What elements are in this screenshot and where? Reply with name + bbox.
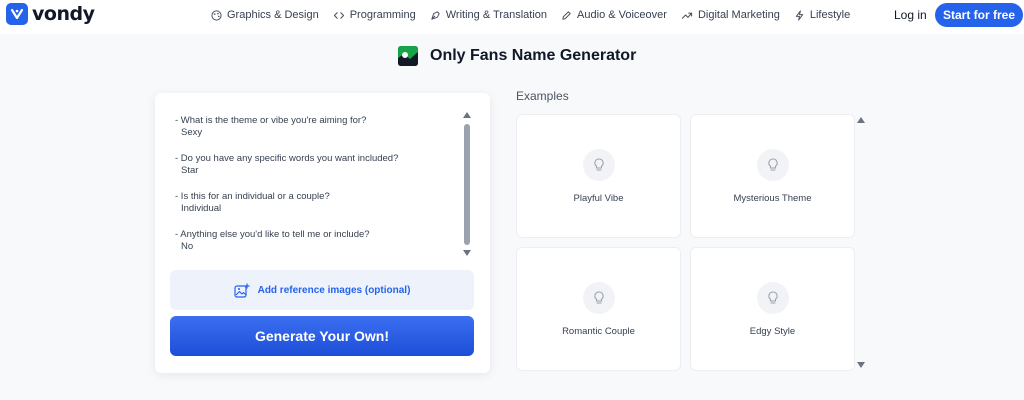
- pencil-icon: [562, 10, 571, 20]
- add-reference-images-label: Add reference images (optional): [257, 284, 411, 296]
- examples-scroll-up-icon[interactable]: [857, 117, 865, 123]
- vondy-logo-icon: [6, 3, 28, 25]
- lightbulb-icon: [757, 282, 789, 314]
- qa-item: - What is the theme or vibe you're aimin…: [175, 115, 455, 139]
- trend-icon: [681, 12, 693, 19]
- nav-item-lifestyle[interactable]: Lifestyle: [794, 9, 850, 21]
- page-title: Only Fans Name Generator: [430, 47, 637, 64]
- qa-answer: Star: [181, 165, 199, 176]
- prompt-textarea[interactable]: - What is the theme or vibe you're aimin…: [175, 115, 455, 267]
- qa-item: - Is this for an individual or a couple?…: [175, 191, 455, 215]
- nav-label: Digital Marketing: [697, 9, 780, 21]
- example-card-mysterious-theme[interactable]: Mysterious Theme: [690, 114, 855, 238]
- lightbulb-icon: [583, 149, 615, 181]
- nav-label: Writing & Translation: [445, 9, 548, 21]
- qa-question: - Is this for an individual or a couple?: [175, 191, 330, 202]
- nav-label: Programming: [349, 9, 416, 21]
- lightbulb-icon: [583, 282, 615, 314]
- qa-item: - Do you have any specific words you wan…: [175, 153, 455, 177]
- examples-scroll-down-icon[interactable]: [857, 362, 865, 368]
- qa-question: - Do you have any specific words you wan…: [175, 153, 399, 164]
- login-link[interactable]: Log in: [894, 8, 927, 22]
- nav-label: Lifestyle: [809, 9, 851, 21]
- start-for-free-button[interactable]: Start for free: [935, 3, 1023, 27]
- brand-name: vondy: [32, 3, 95, 25]
- nav-label: Graphics & Design: [227, 9, 319, 21]
- nav-item-audio-voiceover[interactable]: Audio & Voiceover: [561, 9, 667, 21]
- qa-item: - Anything else you'd like to tell me or…: [175, 229, 455, 253]
- lightbulb-icon: [757, 149, 789, 181]
- example-card-romantic-couple[interactable]: Romantic Couple: [516, 247, 681, 371]
- image-add-icon: [233, 282, 250, 298]
- nav-item-programming[interactable]: Programming: [333, 9, 416, 21]
- palette-icon: [211, 9, 222, 21]
- examples-heading: Examples: [516, 89, 569, 103]
- qa-answer: No: [181, 241, 194, 252]
- generate-your-own-button[interactable]: Generate Your Own!: [170, 316, 474, 356]
- code-icon: [333, 11, 344, 19]
- example-card-label: Mysterious Theme: [733, 193, 812, 204]
- qa-question: - Anything else you'd like to tell me or…: [175, 229, 370, 240]
- vondy-logo[interactable]: vondy: [6, 3, 95, 25]
- nav-label: Audio & Voiceover: [577, 9, 667, 21]
- example-card-playful-vibe[interactable]: Playful Vibe: [516, 114, 681, 238]
- nav-item-writing-translation[interactable]: Writing & Translation: [430, 9, 547, 21]
- nav-item-digital-marketing[interactable]: Digital Marketing: [681, 9, 780, 21]
- scroll-down-arrow-icon[interactable]: [463, 250, 471, 256]
- prompt-panel: - What is the theme or vibe you're aimin…: [155, 93, 490, 373]
- qa-question: - What is the theme or vibe you're aimin…: [175, 115, 367, 126]
- example-card-label: Edgy Style: [749, 326, 796, 337]
- generator-icon: [398, 46, 418, 66]
- nav-item-graphics-design[interactable]: Graphics & Design: [211, 9, 319, 21]
- page-title-row: Only Fans Name Generator: [398, 46, 636, 66]
- top-navbar: vondy Graphics & Design Programming Writ…: [0, 0, 1024, 34]
- bolt-icon: [795, 9, 804, 21]
- scrollbar-thumb[interactable]: [464, 124, 470, 245]
- example-card-label: Playful Vibe: [573, 193, 624, 204]
- pen-nib-icon: [431, 10, 440, 20]
- scroll-up-arrow-icon[interactable]: [463, 112, 471, 118]
- qa-answer: Sexy: [181, 127, 203, 138]
- example-card-label: Romantic Couple: [562, 326, 635, 337]
- qa-answer: Individual: [181, 203, 222, 214]
- example-card-edgy-style[interactable]: Edgy Style: [690, 247, 855, 371]
- add-reference-images-button[interactable]: Add reference images (optional): [170, 270, 474, 310]
- category-nav: Graphics & Design Programming Writing & …: [211, 9, 864, 21]
